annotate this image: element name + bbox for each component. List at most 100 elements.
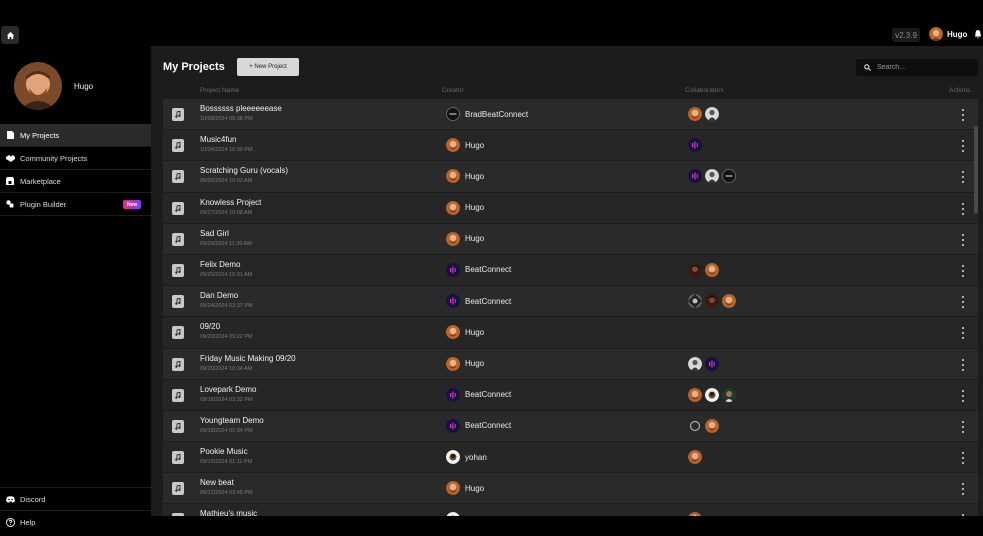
home-button[interactable] [1, 26, 19, 44]
more-actions-icon[interactable] [960, 514, 966, 516]
sidebar-item-label: Community Projects [20, 153, 88, 163]
collaborator-avatar [722, 294, 736, 309]
project-creator: BradBeatConnect [446, 107, 528, 121]
scrollbar[interactable] [974, 126, 978, 214]
new-badge: New [123, 200, 141, 209]
more-actions-icon[interactable] [960, 483, 966, 496]
project-name[interactable]: Knowless Project [200, 198, 261, 207]
project-name[interactable]: Scratching Guru (vocals) [200, 166, 288, 175]
more-actions-icon[interactable] [960, 233, 966, 246]
new-project-button[interactable]: + New Project [237, 58, 299, 76]
project-name[interactable]: Lovepark Demo [200, 385, 256, 394]
more-actions-icon[interactable] [960, 171, 966, 184]
sidebar-item-plugin-builder[interactable]: Plugin Builder New [0, 193, 151, 216]
more-actions-icon[interactable] [960, 296, 966, 309]
music-file-icon [172, 357, 184, 371]
user-avatar [929, 27, 943, 41]
table-row[interactable]: Pookie Music 09/15/2024 01:11 PM yohan [163, 442, 978, 474]
project-name[interactable]: Bossssss pleeeeeease [200, 104, 282, 113]
more-actions-icon[interactable] [960, 327, 966, 340]
collaborators [688, 387, 736, 402]
collaborator-avatar [688, 450, 702, 465]
more-actions-icon[interactable] [960, 202, 966, 215]
table-row[interactable]: Felix Demo 09/25/2024 10:31 AM BeatConne… [163, 254, 978, 287]
more-actions-icon[interactable] [960, 358, 966, 371]
sidebar-item-marketplace[interactable]: Marketplace [0, 170, 151, 193]
project-creator: Hugo [446, 356, 485, 371]
project-name[interactable]: Sad Girl [200, 229, 229, 238]
more-actions-icon[interactable] [960, 389, 966, 402]
creator-name: Hugo [465, 171, 485, 181]
table-row[interactable]: New beat 09/12/2024 03:45 PM Hugo [163, 473, 978, 505]
creator-avatar [446, 418, 460, 433]
sidebar-item-label: Help [20, 517, 36, 527]
sidebar-item-my-projects[interactable]: My Projects [0, 124, 151, 147]
project-creator: Hugo [446, 138, 484, 153]
column-header-actions: Actions [949, 87, 971, 94]
music-file-icon [172, 513, 184, 516]
table-row[interactable]: Bossssss pleeeeeease 10/08/2024 05:38 PM… [163, 99, 978, 131]
top-bar: v2.3.9 Hugo [0, 0, 983, 46]
music-file-icon [172, 451, 184, 465]
creator-avatar [446, 107, 460, 121]
table-row[interactable]: Dan Demo 09/24/2024 02:37 PM BeatConnect [163, 286, 978, 318]
project-name[interactable]: Felix Demo [200, 260, 240, 269]
column-header-collaborators: Collaborators [685, 87, 724, 94]
collaborators [688, 356, 719, 371]
project-creator: yohan [446, 450, 487, 465]
project-creator: Hugo [446, 200, 484, 215]
search-input[interactable] [877, 64, 967, 71]
table-row[interactable]: Sad Girl 09/26/2024 11:30 AM Hugo [163, 223, 978, 255]
more-actions-icon[interactable] [960, 264, 966, 277]
project-name[interactable]: Friday Music Making 09/20 [200, 354, 296, 363]
more-actions-icon[interactable] [960, 452, 966, 465]
sidebar-item-help[interactable]: Help [0, 510, 151, 533]
bell-icon[interactable] [974, 29, 982, 39]
music-file-icon [172, 295, 184, 309]
sidebar: Hugo My Projects Community Projects Mark… [0, 46, 151, 536]
more-actions-icon[interactable] [960, 140, 966, 153]
discord-icon [5, 494, 15, 504]
table-row[interactable]: Friday Music Making 09/20 09/20/2024 10:… [163, 348, 978, 380]
project-date: 10/04/2024 10:39 PM [200, 147, 253, 154]
table-row[interactable]: Lovepark Demo 09/18/2024 03:32 PM BeatCo… [163, 379, 978, 411]
project-name[interactable]: Mathieu's music [200, 509, 257, 516]
collaborator-avatar [722, 387, 736, 402]
more-actions-icon[interactable] [960, 109, 966, 121]
creator-name: Hugo [465, 359, 485, 368]
creator-avatar [446, 481, 460, 496]
project-name[interactable]: Dan Demo [200, 291, 238, 300]
project-creator: BeatConnect [446, 262, 511, 277]
project-date: 09/27/2024 10:08 AM [200, 209, 253, 216]
collaborators [688, 418, 719, 433]
collaborators [688, 138, 702, 153]
project-name[interactable]: Music4fun [200, 135, 236, 144]
music-file-icon [172, 419, 184, 433]
column-header-name: Project Name [200, 87, 240, 94]
project-name[interactable]: New beat [200, 478, 234, 487]
collaborator-avatar [688, 107, 702, 121]
table-row[interactable]: 09/20 09/20/2024 09:22 PM Hugo [163, 317, 978, 349]
handshake-icon [5, 153, 15, 163]
table-row[interactable]: Mathieu's music [163, 504, 978, 516]
collaborator-avatar [705, 294, 719, 309]
table-row[interactable]: Scratching Guru (vocals) 09/30/2024 10:5… [163, 161, 978, 193]
creator-avatar [446, 262, 460, 277]
column-header-creator: Creator [442, 87, 464, 94]
user-menu[interactable]: Hugo [929, 27, 967, 41]
table-row[interactable]: Youngteam Demo 09/18/2024 01:34 PM BeatC… [163, 410, 978, 443]
project-date: 09/30/2024 10:53 AM [200, 178, 253, 185]
collaborator-avatar [688, 262, 702, 277]
table-row[interactable]: Music4fun 10/04/2024 10:39 PM Hugo [163, 130, 978, 162]
music-file-icon [172, 232, 184, 246]
sidebar-item-discord[interactable]: Discord [0, 487, 151, 510]
more-actions-icon[interactable] [960, 420, 966, 433]
project-name[interactable]: 09/20 [200, 322, 220, 331]
table-row[interactable]: Knowless Project 09/27/2024 10:08 AM Hug… [163, 192, 978, 224]
project-name[interactable]: Youngteam Demo [200, 416, 264, 425]
project-name[interactable]: Pookie Music [200, 447, 248, 456]
sidebar-item-community-projects[interactable]: Community Projects [0, 147, 151, 170]
project-creator [446, 512, 465, 516]
profile[interactable]: Hugo [14, 62, 93, 110]
collaborator-avatar [705, 356, 719, 371]
